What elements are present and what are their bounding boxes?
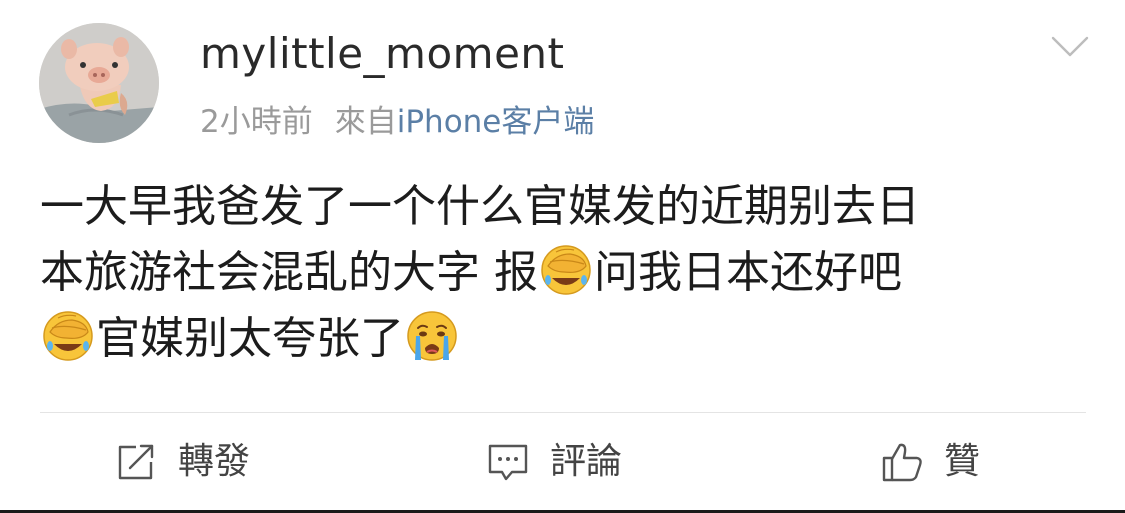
divider: [40, 412, 1086, 413]
repost-icon: [118, 444, 154, 480]
post-text-segment: 问我日本还好吧: [594, 247, 902, 298]
username[interactable]: mylittle_moment: [200, 28, 565, 80]
avatar[interactable]: [39, 23, 159, 143]
comment-label: 評論: [550, 441, 623, 482]
thumbs-up-icon: [882, 443, 922, 482]
comment-icon: [488, 444, 528, 481]
post-meta: 2小時前 來自iPhone客户端: [200, 101, 594, 143]
crying-emoji: [407, 311, 457, 361]
post-time: 2小時前: [200, 104, 313, 140]
source-prefix: 來自: [334, 104, 397, 140]
post-text-segment: 官媒别太夸张了: [96, 313, 404, 364]
facepalm-laugh-emoji: [43, 311, 93, 361]
post-text-segment: 本旅游社会混乱的大字 报: [40, 247, 538, 298]
post-content: 一大早我爸发了一个什么官媒发的近期别去日 本旅游社会混乱的大字 报 问我日本还好…: [40, 174, 1090, 372]
like-button[interactable]: 贊: [880, 437, 980, 487]
facepalm-laugh-emoji: [541, 245, 591, 295]
weibo-post: mylittle_moment 2小時前 來自iPhone客户端 一大早我爸发了一…: [0, 0, 1125, 513]
like-label: 贊: [944, 441, 981, 482]
source-link[interactable]: iPhone客户端: [397, 104, 595, 140]
repost-label: 轉發: [178, 441, 251, 482]
post-text-line: 本旅游社会混乱的大字 报 问我日本还好吧: [40, 240, 1090, 306]
chevron-down-icon[interactable]: [1050, 34, 1090, 60]
comment-button[interactable]: 評論: [486, 437, 622, 487]
repost-button[interactable]: 轉發: [114, 437, 250, 487]
post-text-line: 官媒别太夸张了: [40, 306, 1090, 372]
post-text-line: 一大早我爸发了一个什么官媒发的近期别去日: [40, 181, 920, 232]
